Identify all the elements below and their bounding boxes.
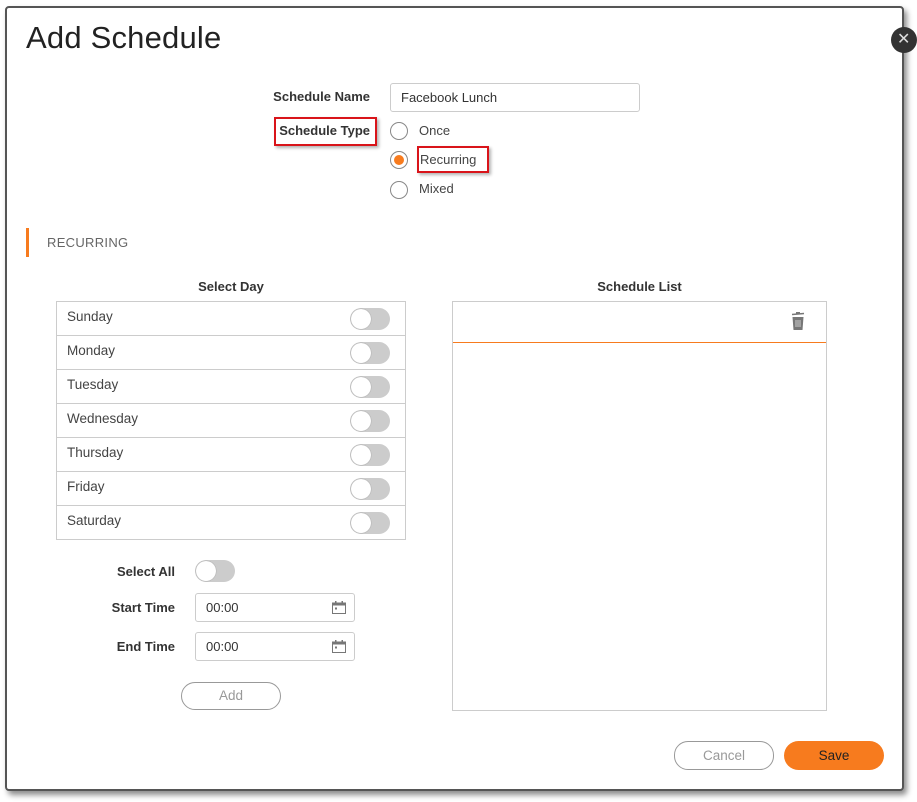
section-accent-bar <box>26 228 29 257</box>
radio-once[interactable] <box>390 122 408 140</box>
day-label: Sunday <box>67 309 113 324</box>
radio-mixed-label: Mixed <box>419 181 454 196</box>
start-time-input[interactable]: 00:00 <box>195 593 355 622</box>
radio-recurring-label: Recurring <box>420 152 477 167</box>
start-time-value: 00:00 <box>206 600 239 615</box>
day-row-wednesday: Wednesday <box>57 404 405 438</box>
start-time-label: Start Time <box>111 600 175 615</box>
schedule-name-input[interactable]: Facebook Lunch <box>390 83 640 112</box>
close-icon[interactable]: ✕ <box>891 27 917 53</box>
day-label: Thursday <box>67 445 124 460</box>
day-label: Tuesday <box>67 377 119 392</box>
end-time-value: 00:00 <box>206 639 239 654</box>
schedule-list <box>452 301 827 711</box>
day-label: Saturday <box>67 513 122 528</box>
end-time-label: End Time <box>116 639 175 654</box>
day-toggle-friday[interactable] <box>350 478 390 500</box>
day-label: Friday <box>67 479 105 494</box>
day-row-friday: Friday <box>57 472 405 506</box>
calendar-icon[interactable] <box>332 601 346 614</box>
schedule-name-label: Schedule Name <box>273 89 370 104</box>
day-toggle-wednesday[interactable] <box>350 410 390 432</box>
schedule-list-header <box>453 302 826 343</box>
add-button[interactable]: Add <box>181 682 281 710</box>
radio-mixed[interactable] <box>390 181 408 199</box>
day-toggle-saturday[interactable] <box>350 512 390 534</box>
day-toggle-monday[interactable] <box>350 342 390 364</box>
radio-once-label: Once <box>419 123 451 138</box>
day-row-tuesday: Tuesday <box>57 370 405 404</box>
schedule-name-value: Facebook Lunch <box>401 90 498 105</box>
radio-recurring[interactable] <box>390 151 408 169</box>
section-title: RECURRING <box>47 235 129 250</box>
day-label: Monday <box>67 343 116 358</box>
end-time-input[interactable]: 00:00 <box>195 632 355 661</box>
day-row-thursday: Thursday <box>57 438 405 472</box>
day-row-sunday: Sunday <box>57 302 405 336</box>
cancel-button[interactable]: Cancel <box>674 741 774 770</box>
schedule-type-label: Schedule Type <box>279 123 370 138</box>
day-label: Wednesday <box>67 411 139 426</box>
select-day-heading: Select Day <box>198 279 264 294</box>
schedule-list-heading: Schedule List <box>597 279 682 294</box>
save-button[interactable]: Save <box>784 741 884 770</box>
calendar-icon[interactable] <box>332 640 346 653</box>
trash-icon[interactable] <box>790 312 806 331</box>
day-toggle-sunday[interactable] <box>350 308 390 330</box>
day-row-saturday: Saturday <box>57 506 405 539</box>
dialog-title: Add Schedule <box>26 20 222 55</box>
day-toggle-thursday[interactable] <box>350 444 390 466</box>
day-row-monday: Monday <box>57 336 405 370</box>
day-toggle-tuesday[interactable] <box>350 376 390 398</box>
select-all-toggle[interactable] <box>195 560 235 582</box>
day-table: Sunday Monday Tuesday Wednesday Thursday… <box>56 301 406 540</box>
select-all-label: Select All <box>116 564 175 579</box>
